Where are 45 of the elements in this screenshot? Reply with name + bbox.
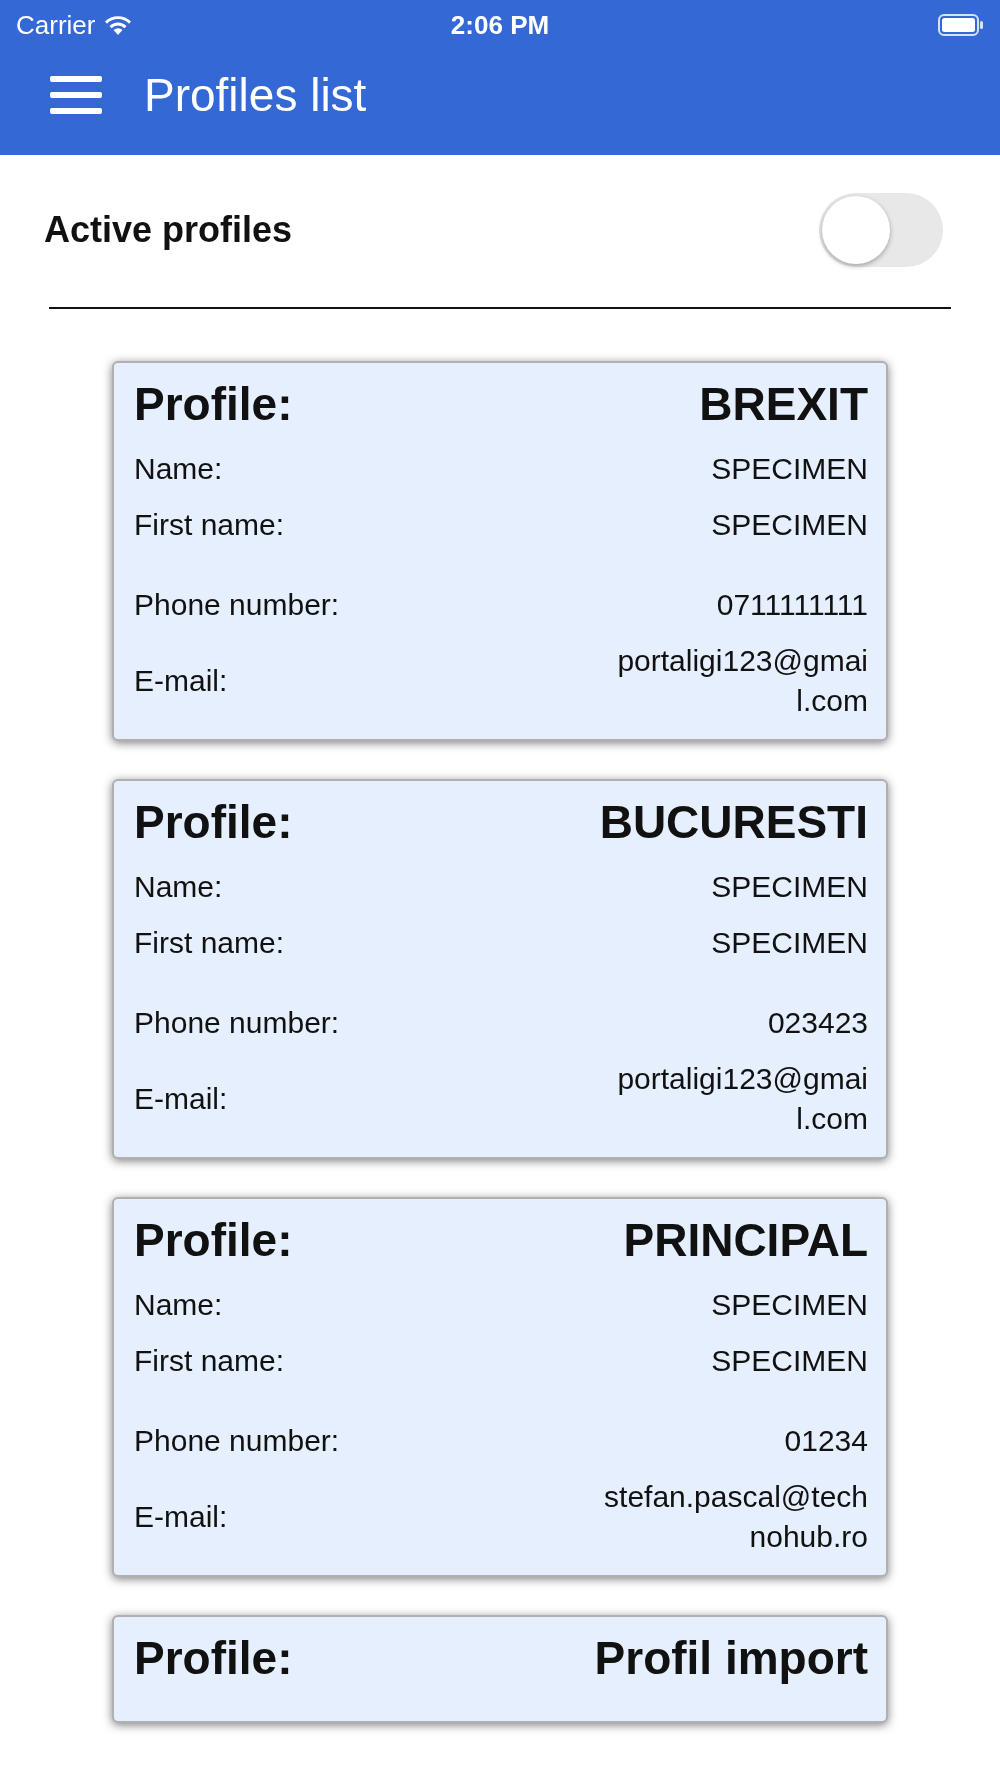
field-label: Name: [134,451,223,487]
profile-label: Profile: [134,1631,293,1685]
field-label: Phone number: [134,587,340,623]
field-label: Phone number: [134,1005,340,1041]
field-value: SPECIMEN [710,869,868,905]
battery-icon [938,14,984,36]
field-value: SPECIMEN [710,451,868,487]
profile-name: BREXIT [699,377,868,431]
field-value: SPECIMEN [710,507,868,543]
field-value: SPECIMEN [710,925,868,961]
field-value: 023423 [766,1005,868,1041]
profile-name: Profil import [594,1631,868,1685]
field-label: E-mail: [134,663,228,699]
profile-name: BUCURESTI [599,795,868,849]
field-label: Phone number: [134,1423,340,1459]
profile-card[interactable]: Profile: BREXIT Name: SPECIMEN First name: SPECIMEN Phone number: 0711111111 E-mail: portaligi123@gmail.com [112,361,888,741]
profile-label: Profile: [134,795,293,849]
screen-title: Profiles list [144,67,367,122]
profile-label: Profile: [134,1213,293,1267]
profile-card[interactable]: Profile: PRINCIPAL Name: SPECIMEN First name: SPECIMEN Phone number: 01234 E-mail: stefan.pascal@technohub.ro [112,1197,888,1577]
menu-button[interactable] [50,75,102,114]
field-value: portaligi123@gmail.com [616,643,868,719]
profile-card[interactable]: Profile: Profil import [112,1615,888,1723]
profile-name: PRINCIPAL [623,1213,868,1267]
field-label: First name: [134,1343,285,1379]
active-profiles-toggle[interactable] [819,193,943,267]
field-label: Name: [134,1287,223,1323]
wifi-icon [103,14,134,36]
active-profiles-label: Active profiles [44,209,293,251]
field-label: E-mail: [134,1081,228,1117]
field-value: portaligi123@gmail.com [616,1061,868,1137]
menu-icon [50,75,102,114]
field-value: stefan.pascal@technohub.ro [603,1479,868,1555]
field-label: First name: [134,507,285,543]
field-value: 0711111111 [715,587,868,623]
field-value: SPECIMEN [710,1287,868,1323]
field-label: Name: [134,869,223,905]
field-label: First name: [134,925,285,961]
profile-label: Profile: [134,377,293,431]
field-label: E-mail: [134,1499,228,1535]
field-value: SPECIMEN [710,1343,868,1379]
carrier-name: Carrier [16,9,96,41]
field-value: 01234 [783,1423,868,1459]
status-time: 2:06 PM [450,9,550,41]
profile-card[interactable]: Profile: BUCURESTI Name: SPECIMEN First name: SPECIMEN Phone number: 023423 E-mail: portaligi123@gmail.com [112,779,888,1159]
